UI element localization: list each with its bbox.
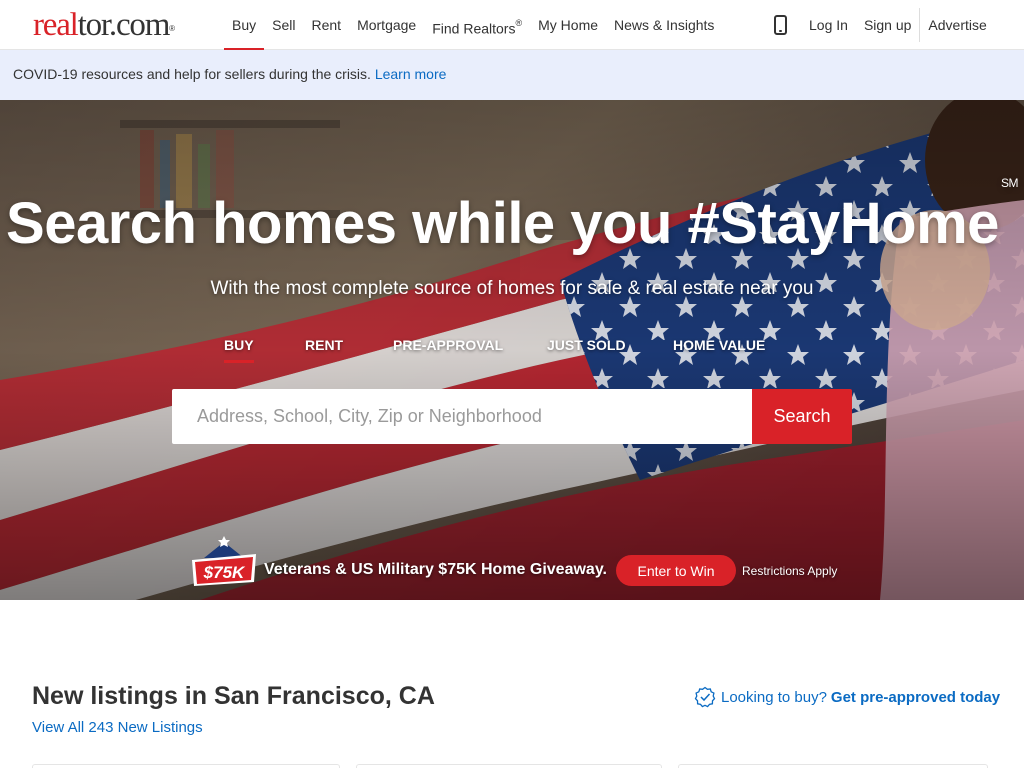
login-link[interactable]: Log In: [801, 0, 856, 50]
logo-text-dark: tor.com: [77, 7, 171, 43]
restrictions-link[interactable]: Restrictions Apply: [742, 564, 837, 578]
tab-just-sold[interactable]: JUST SOLD: [547, 337, 626, 361]
account-nav: Log In Sign up Advertise: [801, 0, 995, 50]
search-button[interactable]: Search: [752, 389, 852, 444]
logo-text-red: real: [33, 7, 79, 43]
search-tabs: BUY RENT PRE-APPROVAL JUST SOLD HOME VAL…: [0, 337, 1024, 365]
nav-buy-label: Buy: [232, 17, 257, 33]
tab-rent[interactable]: RENT: [305, 337, 343, 361]
nav-sell[interactable]: Sell: [264, 0, 303, 50]
giveaway-badge-text: $75K: [203, 563, 246, 582]
nav-find-realtors-label: Find Realtors: [432, 20, 516, 37]
nav-rent[interactable]: Rent: [303, 0, 349, 50]
get-preapproved-link[interactable]: Get pre-approved today: [831, 689, 1000, 706]
registered-mark: ®: [515, 18, 523, 28]
preapproval-question: Looking to buy?: [721, 688, 827, 706]
site-header: realtor.com® Buy Sell Rent Mortgage Find…: [0, 0, 1024, 50]
nav-sell-label: Sell: [272, 17, 296, 33]
nav-news-insights[interactable]: News & Insights: [606, 0, 722, 50]
nav-my-home-label: My Home: [538, 17, 599, 33]
verified-badge-icon: [694, 686, 716, 708]
hero-section: Search homes while you #StayHomeSM With …: [0, 100, 1024, 600]
service-mark: SM: [1000, 175, 1019, 190]
new-listings-title: New listings in San Francisco, CA: [32, 682, 435, 710]
realtor-logo[interactable]: realtor.com®: [33, 7, 175, 43]
nav-news-insights-label: News & Insights: [614, 17, 715, 33]
mobile-phone-icon[interactable]: [774, 15, 787, 35]
hero-title-text: Search homes while you #StayHome: [6, 191, 999, 256]
enter-to-win-button[interactable]: Enter to Win: [616, 555, 736, 586]
listing-card[interactable]: [678, 764, 988, 768]
view-all-listings-link[interactable]: View All 243 New Listings: [32, 719, 203, 736]
tab-home-value[interactable]: HOME VALUE: [673, 337, 765, 361]
tab-pre-approval[interactable]: PRE-APPROVAL: [393, 337, 503, 361]
listing-card[interactable]: [356, 764, 662, 768]
logo-registered-mark: ®: [169, 24, 175, 33]
signup-link[interactable]: Sign up: [856, 0, 919, 50]
tab-buy[interactable]: BUY: [224, 337, 254, 363]
hero-title: Search homes while you #StayHomeSM: [0, 176, 1024, 257]
nav-mortgage[interactable]: Mortgage: [349, 0, 424, 50]
listing-card[interactable]: [32, 764, 340, 768]
advertise-link[interactable]: Advertise: [920, 0, 994, 50]
banner-text: COVID-19 resources and help for sellers …: [13, 66, 371, 82]
nav-rent-label: Rent: [311, 17, 342, 33]
learn-more-link[interactable]: Learn more: [375, 66, 447, 82]
hero-subtitle: With the most complete source of homes f…: [210, 278, 814, 299]
covid-banner: COVID-19 resources and help for sellers …: [0, 50, 1024, 100]
giveaway-text: Veterans & US Military $75K Home Giveawa…: [264, 561, 607, 578]
location-search-input[interactable]: [172, 389, 752, 444]
nav-buy[interactable]: Buy: [224, 0, 265, 50]
main-nav: Buy Sell Rent Mortgage Find Realtors® My…: [224, 0, 722, 50]
nav-find-realtors[interactable]: Find Realtors®: [424, 0, 530, 50]
preapproval-prompt[interactable]: Looking to buy? Get pre-approved today: [694, 686, 1000, 708]
nav-my-home[interactable]: My Home: [530, 0, 606, 50]
nav-mortgage-label: Mortgage: [357, 17, 417, 33]
giveaway-badge-icon: $75K: [192, 536, 256, 586]
